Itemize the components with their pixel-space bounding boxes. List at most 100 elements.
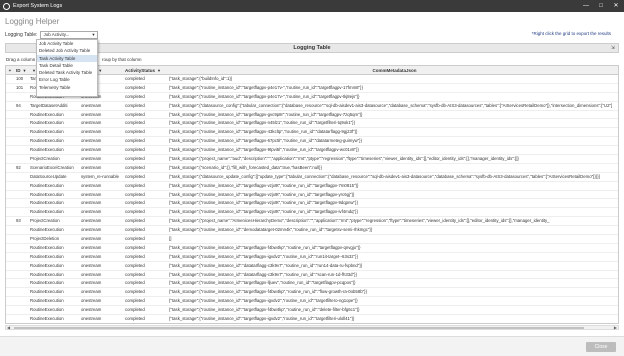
logging-table-dropdown[interactable]: Job Activity Table Deleted Job Activity T… [36,39,98,97]
expand-cell [6,191,14,200]
id-cell [14,119,28,128]
column-header-json[interactable]: CommMetadataJson [167,66,618,75]
table-row[interactable]: RoutineExecution onestream completed {"task… [6,111,618,120]
table-row[interactable]: RoutineExecution onestream completed {"task… [6,191,618,200]
source-cell: onestream [81,289,102,295]
table-row[interactable]: 92 ScenarioExcelCreation onestream complete… [6,164,618,173]
dropdown-option[interactable]: Telemetry Table [37,84,97,91]
table-row[interactable]: RoutineExecution onestream completed {"task… [6,199,618,209]
scroll-left-icon[interactable]: ◀ [7,325,10,330]
column-header-id[interactable]: ID ▼ [14,66,28,75]
logging-table-label: Logging Table: [5,32,38,38]
id-cell [14,262,28,271]
table-row[interactable]: RoutineExecution onestream completed {"task… [6,119,618,129]
source-cell: onestream [81,182,102,188]
json-cell: {"task_storage":{"routine_instance_id":"… [169,289,367,295]
status-cell: completed [125,262,145,268]
dropdown-option[interactable]: Job Activity Table [37,40,97,47]
close-window-button[interactable]: ✕ [612,2,620,10]
table-row[interactable]: RoutineExecution onestream completed {"task… [6,182,618,191]
status-cell: completed [125,93,145,99]
table-row[interactable]: 93 ProjectCreation onestream completed {"tas… [6,217,618,227]
table-row[interactable]: RoutineExecution onestream completed {"task… [6,137,618,147]
json-cell: {"task_storage":{"routine_instance_id":"… [169,262,363,268]
table-row[interactable]: RoutineExecution onestream completed {"task… [6,262,618,271]
maximize-button[interactable]: □ [597,2,605,10]
status-cell: completed [125,129,145,135]
expand-cell [6,182,14,191]
column-header-status[interactable]: ActivityStatus ▼ [123,66,167,75]
source-cell: onestream [81,307,102,313]
table-row[interactable]: RoutineExecution onestream completed {"task… [6,315,618,323]
minimize-button[interactable]: — [582,2,590,10]
json-cell: {"task_storage":{"routine_instance_id":"… [169,298,358,304]
id-cell [14,226,28,235]
source-cell: onestream [81,227,102,233]
table-row[interactable]: RoutineExecution onestream completed {"task… [6,208,618,218]
logging-table-select[interactable]: Job Activity... ▼ [40,31,99,39]
name-cell: RoutineExecution [30,147,64,153]
name-cell: ProjectCreation [30,218,60,224]
scrollbar-thumb[interactable] [14,327,584,329]
dropdown-option[interactable]: Error Log Table [37,76,97,83]
source-cell: onestream [81,120,102,126]
id-cell: 92 [16,164,21,170]
json-cell: {"task_storage":{"routine_instance_id":"… [169,138,362,144]
dropdown-option[interactable]: Deleted Job Activity Table [37,47,97,54]
name-cell: DataSourceUpdate [30,173,67,179]
status-cell: completed [125,84,145,90]
json-cell: {"task_storage":{"routine_instance_id":"… [169,227,373,233]
table-row[interactable]: RoutineExecution onestream completed {"task… [6,306,618,316]
table-row[interactable]: ProjectCreation onestream completed {"task_… [6,155,618,164]
table-row[interactable]: RoutineExecution onestream completed {"task… [6,128,618,138]
json-cell: {"task_storage":{"datasource_config":{"t… [169,102,613,108]
expand-cell [6,102,14,111]
table-row[interactable]: RoutineExecution onestream completed {"task… [6,226,618,236]
table-row[interactable]: RoutineExecution onestream completed {"task… [6,146,618,156]
scroll-right-icon[interactable]: ▶ [614,325,617,330]
filter-icon: ▼ [98,68,103,73]
table-row[interactable]: RoutineExecution onestream completed {"task… [6,288,618,298]
expand-cell [6,262,14,271]
dropdown-option[interactable]: Task Detail Table [37,62,97,69]
logging-grid[interactable]: + ID▼ ▼ Source▼ ActivityStatus▼ CommMeta… [5,65,619,324]
json-cell: {"task_storage":{"routine_instance_id":"… [169,253,358,259]
expand-column-header: + [8,68,12,73]
table-row[interactable]: RoutineExecution onestream completed {"task… [6,297,618,307]
table-row[interactable]: RoutineExecution onestream completed {"task… [6,244,618,253]
json-cell: {"task_storage":{"routine_instance_id":"… [169,120,356,126]
source-cell: onestream [81,147,102,153]
table-row[interactable]: RoutineExecution onestream completed {"task… [6,279,618,289]
horizontal-scrollbar[interactable]: ◀ ▶ [5,325,619,330]
id-cell [14,253,28,262]
logging-table-row: Logging Table: Job Activity... ▼ [5,31,99,39]
json-cell: {"task_storage":{"routine_instance_id":"… [169,200,358,206]
source-cell: onestream [81,164,102,170]
id-cell [14,208,28,217]
table-row[interactable]: 94 TargetDatasetAdditi onestream completed {… [6,102,618,111]
export-hint: *Right click the grid to export the resu… [531,31,611,36]
expand-cell [6,128,14,137]
close-button[interactable]: Close [586,342,616,352]
status-cell: completed [125,271,145,277]
dropdown-option[interactable]: Task Activity Table [37,54,97,62]
id-cell: 93 [16,218,21,224]
name-cell: RoutineExecution [30,120,64,126]
dropdown-option[interactable]: Deleted Task Activity Table [37,69,97,76]
table-row[interactable]: ProjectDeletion onestream completed [] [6,235,618,244]
name-cell: RoutineExecution [30,182,64,188]
table-row[interactable]: DataSourceUpdate system_re-runnable comple… [6,173,618,182]
source-cell: onestream [81,200,102,206]
id-cell: 101 [16,84,24,90]
status-cell: completed [125,209,145,215]
name-cell: RoutineExecution [30,227,64,233]
id-cell [14,315,28,323]
export-icon[interactable]: ⇲ [611,45,615,51]
status-cell: completed [125,244,145,250]
name-cell: RoutineExecution [30,253,64,259]
table-row[interactable]: RoutineExecution onestream completed {"task… [6,271,618,280]
id-cell [14,137,28,146]
status-cell: completed [125,227,145,233]
table-row[interactable]: RoutineExecution onestream completed {"task… [6,253,618,262]
name-cell: ProjectDeletion [30,236,60,242]
